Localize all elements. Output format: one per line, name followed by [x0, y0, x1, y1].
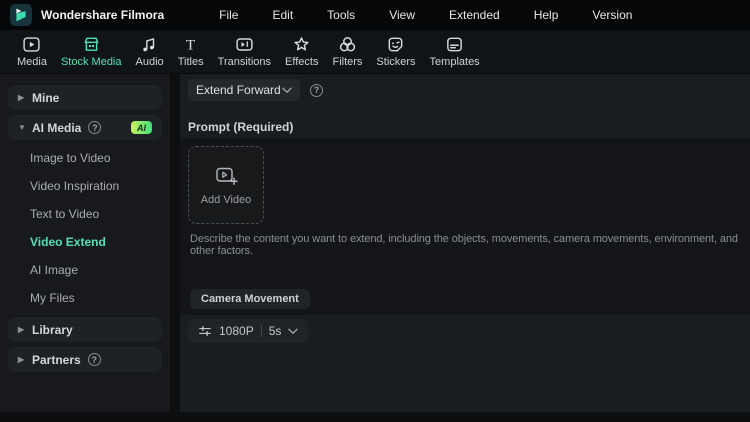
ai-media-help-icon[interactable]: ?: [88, 121, 101, 134]
content-area: ▶ Mine ▼ AI Media ? AI Image to Video Vi…: [0, 74, 750, 412]
menu-version[interactable]: Version: [592, 4, 632, 26]
add-video-icon: [214, 165, 238, 187]
sidebar-group-ai-media-label: AI Media: [32, 121, 81, 135]
settings-divider: [261, 325, 262, 337]
stock-media-icon: [82, 35, 101, 54]
caret-right-icon: ▶: [18, 93, 30, 102]
tab-effects-label: Effects: [285, 56, 318, 68]
tab-titles-label: Titles: [178, 56, 204, 68]
sidebar-item-ai-image[interactable]: AI Image: [0, 256, 170, 284]
tab-media-label: Media: [17, 56, 47, 68]
sidebar-group-partners-label: Partners: [32, 353, 81, 367]
sidebar-item-video-inspiration[interactable]: Video Inspiration: [0, 172, 170, 200]
tab-effects[interactable]: Effects: [278, 33, 325, 70]
extend-mode-dropdown[interactable]: Extend Forward: [188, 79, 300, 101]
chevron-down-icon: [288, 328, 298, 335]
duration-value: 5s: [269, 324, 282, 338]
prompt-section-label: Prompt (Required): [188, 120, 740, 134]
prompt-placeholder-text: Describe the content you want to extend,…: [188, 233, 742, 257]
tab-stickers-label: Stickers: [376, 56, 415, 68]
video-extend-panel: Extend Forward ? Prompt (Required): [180, 74, 750, 412]
sidebar-item-video-extend[interactable]: Video Extend: [0, 228, 170, 256]
effects-icon: [292, 35, 311, 54]
media-type-toolbar: Media Stock Media Audio T Titles: [0, 30, 750, 74]
tab-media[interactable]: Media: [10, 33, 54, 70]
app-title: Wondershare Filmora: [41, 8, 164, 22]
tab-titles[interactable]: T Titles: [171, 33, 211, 70]
add-video-label: Add Video: [201, 194, 252, 206]
partners-help-icon[interactable]: ?: [88, 353, 101, 366]
sidebar-group-ai-media[interactable]: ▼ AI Media ? AI: [8, 115, 162, 140]
menu-help[interactable]: Help: [534, 4, 559, 26]
ai-badge: AI: [131, 121, 152, 134]
audio-icon: [140, 35, 159, 54]
filters-icon: [338, 35, 357, 54]
extend-mode-value: Extend Forward: [196, 83, 282, 97]
tab-audio-label: Audio: [136, 56, 164, 68]
stickers-icon: [386, 35, 405, 54]
stock-media-sidebar: ▶ Mine ▼ AI Media ? AI Image to Video Vi…: [0, 74, 170, 412]
media-icon: [22, 35, 41, 54]
camera-movement-button[interactable]: Camera Movement: [190, 289, 310, 309]
tab-templates-label: Templates: [430, 56, 480, 68]
caret-down-icon: ▼: [18, 123, 30, 132]
menu-view[interactable]: View: [389, 4, 415, 26]
filmora-logo-icon: [10, 4, 32, 26]
menu-extended[interactable]: Extended: [449, 4, 500, 26]
sidebar-item-my-files[interactable]: My Files: [0, 284, 170, 312]
resolution-value: 1080P: [219, 324, 254, 338]
svg-text:T: T: [186, 36, 196, 53]
caret-right-icon: ▶: [18, 355, 30, 364]
filmora-window: Wondershare Filmora File Edit Tools View…: [0, 0, 750, 422]
chevron-down-icon: [282, 87, 292, 94]
tab-stock-media-label: Stock Media: [61, 56, 122, 68]
transitions-icon: [235, 35, 254, 54]
window-bottom-edge: [0, 412, 750, 422]
output-settings-button[interactable]: 1080P 5s: [188, 319, 308, 343]
sidebar-item-text-to-video[interactable]: Text to Video: [0, 200, 170, 228]
menu-list: File Edit Tools View Extended Help Versi…: [219, 4, 666, 26]
sidebar-item-image-to-video[interactable]: Image to Video: [0, 144, 170, 172]
tab-filters[interactable]: Filters: [325, 33, 369, 70]
menu-tools[interactable]: Tools: [327, 4, 355, 26]
tab-stock-media[interactable]: Stock Media: [54, 33, 129, 70]
menu-file[interactable]: File: [219, 4, 238, 26]
ai-media-sublist: Image to Video Video Inspiration Text to…: [0, 144, 170, 312]
tab-filters-label: Filters: [332, 56, 362, 68]
caret-right-icon: ▶: [18, 325, 30, 334]
titles-icon: T: [181, 35, 200, 54]
tab-templates[interactable]: Templates: [423, 33, 487, 70]
prompt-input-area[interactable]: Add Video Describe the content you want …: [180, 138, 750, 315]
sidebar-group-library-label: Library: [32, 323, 73, 337]
tab-audio[interactable]: Audio: [129, 33, 171, 70]
tab-transitions-label: Transitions: [218, 56, 271, 68]
sidebar-group-mine-label: Mine: [32, 91, 59, 105]
panel-header: Extend Forward ? Prompt (Required): [180, 74, 750, 138]
menubar: Wondershare Filmora File Edit Tools View…: [0, 0, 750, 30]
sidebar-group-partners[interactable]: ▶ Partners ?: [8, 347, 162, 372]
templates-icon: [445, 35, 464, 54]
sliders-icon: [198, 324, 212, 338]
sidebar-group-library[interactable]: ▶ Library: [8, 317, 162, 342]
tab-stickers[interactable]: Stickers: [369, 33, 422, 70]
extend-mode-help-icon[interactable]: ?: [310, 84, 323, 97]
add-video-dropzone[interactable]: Add Video: [188, 146, 264, 224]
tab-transitions[interactable]: Transitions: [211, 33, 278, 70]
output-settings-row: 1080P 5s: [180, 315, 750, 347]
sidebar-group-mine[interactable]: ▶ Mine: [8, 85, 162, 110]
menu-edit[interactable]: Edit: [272, 4, 293, 26]
